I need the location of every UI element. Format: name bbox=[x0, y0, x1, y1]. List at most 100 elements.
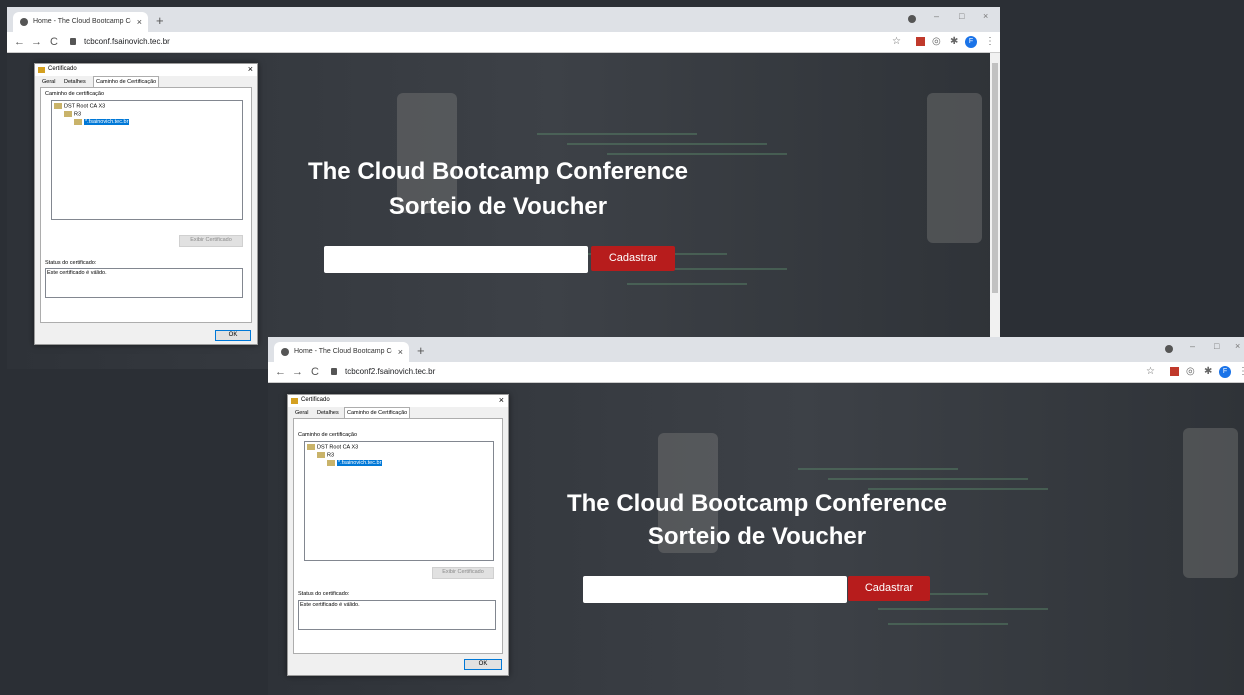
menu-icon[interactable]: ⋮ bbox=[985, 36, 995, 48]
background-decoration bbox=[828, 478, 1028, 480]
view-certificate-button[interactable]: Exibir Certificado bbox=[432, 567, 494, 579]
avatar[interactable]: F bbox=[1219, 366, 1231, 378]
background-decoration bbox=[1183, 428, 1238, 578]
tree-node-root[interactable]: DST Root CA X3 bbox=[307, 444, 358, 451]
tree-node-intermediate[interactable]: R3 bbox=[317, 452, 334, 459]
star-icon[interactable]: ☆ bbox=[1146, 366, 1155, 378]
certificate-icon bbox=[38, 67, 45, 73]
address-bar-row: ← → C tcbconf.fsainovich.tec.br ☆ ◎ ✱ F … bbox=[7, 32, 1000, 53]
path-label: Caminho de certificação bbox=[45, 91, 105, 97]
tree-node-leaf[interactable]: *.fsainovich.tec.br bbox=[327, 460, 383, 467]
certificate-icon bbox=[291, 398, 298, 404]
dialog-title: Certificado bbox=[301, 397, 330, 403]
ok-button[interactable]: OK bbox=[464, 659, 502, 670]
tab-close-icon[interactable]: × bbox=[398, 342, 403, 362]
dialog-title: Certificado bbox=[48, 66, 77, 72]
background-decoration bbox=[798, 468, 958, 470]
shield-icon[interactable]: ◎ bbox=[932, 36, 941, 48]
ok-button[interactable]: OK bbox=[215, 330, 251, 341]
url-field[interactable]: tcbconf2.fsainovich.tec.br bbox=[345, 365, 435, 379]
tree-node-intermediate[interactable]: R3 bbox=[64, 111, 81, 118]
back-button[interactable]: ← bbox=[14, 35, 25, 49]
close-window-button[interactable]: × bbox=[1235, 341, 1240, 351]
tree-node-root[interactable]: DST Root CA X3 bbox=[54, 103, 105, 110]
menu-icon[interactable]: ⋮ bbox=[1238, 366, 1244, 378]
tab-title: Home - The Cloud Bootcamp Co bbox=[294, 348, 392, 355]
lock-icon[interactable] bbox=[331, 368, 337, 375]
status-label: Status do certificado: bbox=[45, 260, 97, 266]
background-decoration bbox=[567, 143, 767, 145]
background-decoration bbox=[627, 283, 747, 285]
shield-icon[interactable]: ◎ bbox=[1186, 366, 1195, 378]
email-input[interactable] bbox=[583, 576, 847, 603]
certificate-icon bbox=[307, 444, 315, 450]
lock-icon[interactable] bbox=[70, 38, 76, 45]
status-box: Este certificado é válido. bbox=[298, 600, 496, 630]
certificate-icon bbox=[327, 460, 335, 466]
avatar[interactable]: F bbox=[965, 36, 977, 48]
reload-button[interactable]: C bbox=[311, 365, 319, 379]
extension-icon[interactable] bbox=[1170, 367, 1179, 376]
dialog-title-bar: Certificado × bbox=[288, 395, 508, 407]
puzzle-icon[interactable]: ✱ bbox=[950, 36, 958, 48]
favicon-icon bbox=[281, 348, 289, 356]
tab-strip: Home - The Cloud Bootcamp Co × + – □ × bbox=[268, 337, 1244, 362]
page-title: The Cloud Bootcamp Conference bbox=[566, 490, 948, 517]
tree-node-leaf[interactable]: *.fsainovich.tec.br bbox=[74, 119, 130, 126]
address-bar-row: ← → C tcbconf2.fsainovich.tec.br ☆ ◎ ✱ F… bbox=[268, 362, 1244, 383]
record-icon[interactable] bbox=[1165, 345, 1173, 353]
certificate-icon bbox=[317, 452, 325, 458]
browser-tab[interactable]: Home - The Cloud Bootcamp Co × bbox=[274, 342, 409, 362]
tab-title: Home - The Cloud Bootcamp Co bbox=[33, 18, 131, 25]
cadastrar-button[interactable]: Cadastrar bbox=[848, 576, 930, 601]
minimize-button[interactable]: – bbox=[934, 11, 939, 21]
tab-close-icon[interactable]: × bbox=[137, 12, 142, 32]
back-button[interactable]: ← bbox=[275, 365, 286, 379]
dialog-title-bar: Certificado × bbox=[35, 64, 257, 76]
maximize-button[interactable]: □ bbox=[1214, 341, 1219, 351]
new-tab-button[interactable]: + bbox=[417, 342, 425, 360]
star-icon[interactable]: ☆ bbox=[892, 36, 901, 48]
view-certificate-button[interactable]: Exibir Certificado bbox=[179, 235, 243, 247]
record-icon[interactable] bbox=[908, 15, 916, 23]
browser-tab[interactable]: Home - The Cloud Bootcamp Co × bbox=[13, 12, 148, 32]
dialog-panel: Caminho de certificação DST Root CA X3 R… bbox=[293, 418, 503, 654]
url-field[interactable]: tcbconf.fsainovich.tec.br bbox=[84, 35, 170, 49]
minimize-button[interactable]: – bbox=[1190, 341, 1195, 351]
status-label: Status do certificado: bbox=[298, 591, 350, 597]
certificate-dialog-2: Certificado × Geral Detalhes Caminho de … bbox=[287, 394, 509, 676]
certificate-icon bbox=[54, 103, 62, 109]
close-window-button[interactable]: × bbox=[983, 11, 988, 21]
page-title: The Cloud Bootcamp Conference bbox=[307, 158, 689, 185]
background-decoration bbox=[537, 133, 697, 135]
puzzle-icon[interactable]: ✱ bbox=[1204, 366, 1212, 378]
extension-icon[interactable] bbox=[916, 37, 925, 46]
certificate-dialog-1: Certificado × Geral Detalhes Caminho de … bbox=[34, 63, 258, 345]
forward-button[interactable]: → bbox=[31, 35, 42, 49]
cadastrar-button[interactable]: Cadastrar bbox=[591, 246, 675, 271]
background-decoration bbox=[607, 153, 787, 155]
forward-button[interactable]: → bbox=[292, 365, 303, 379]
email-input[interactable] bbox=[324, 246, 588, 273]
dialog-panel: Caminho de certificação DST Root CA X3 R… bbox=[40, 87, 252, 323]
favicon-icon bbox=[20, 18, 28, 26]
new-tab-button[interactable]: + bbox=[156, 12, 164, 30]
scrollbar-thumb[interactable] bbox=[992, 63, 998, 293]
tab-detalhes[interactable]: Detalhes bbox=[62, 77, 88, 87]
status-box: Este certificado é válido. bbox=[45, 268, 243, 298]
tab-geral[interactable]: Geral bbox=[293, 408, 310, 418]
reload-button[interactable]: C bbox=[50, 35, 58, 49]
dialog-close-icon[interactable]: × bbox=[499, 395, 504, 405]
tab-geral[interactable]: Geral bbox=[40, 77, 57, 87]
dialog-close-icon[interactable]: × bbox=[248, 64, 253, 74]
certificate-tree[interactable]: DST Root CA X3 R3 *.fsainovich.tec.br bbox=[304, 441, 494, 561]
certificate-icon bbox=[64, 111, 72, 117]
tab-strip: Home - The Cloud Bootcamp Co × + – □ × bbox=[7, 7, 1000, 32]
tab-detalhes[interactable]: Detalhes bbox=[315, 408, 341, 418]
background-decoration bbox=[878, 608, 1048, 610]
certificate-tree[interactable]: DST Root CA X3 R3 *.fsainovich.tec.br bbox=[51, 100, 243, 220]
path-label: Caminho de certificação bbox=[298, 432, 358, 438]
maximize-button[interactable]: □ bbox=[959, 11, 964, 21]
certificate-icon bbox=[74, 119, 82, 125]
scrollbar[interactable] bbox=[990, 53, 1000, 369]
